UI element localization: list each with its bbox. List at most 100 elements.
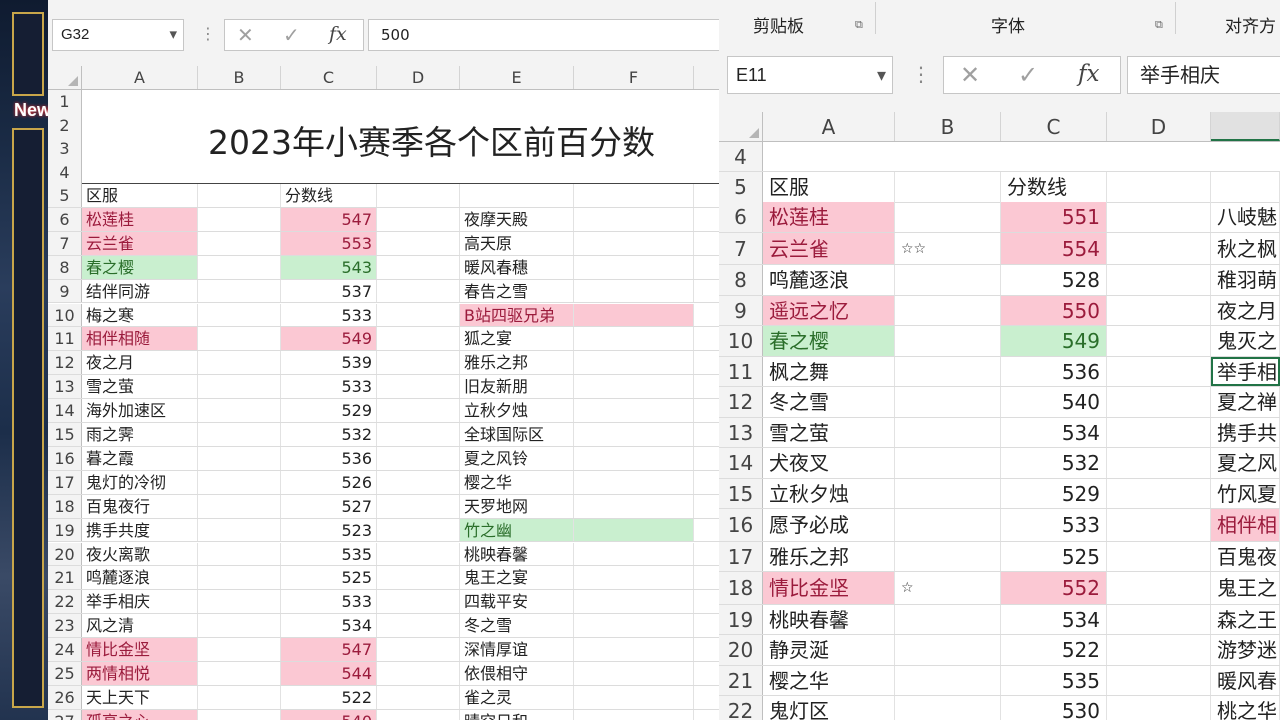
col-header-a[interactable]: A [763, 112, 895, 141]
row-header[interactable]: 9 [719, 295, 763, 325]
cell-region-name[interactable]: 松莲桂 [82, 207, 198, 231]
cell-region-name-e[interactable]: 举手相 [1211, 356, 1280, 386]
cell-score[interactable]: 540 [281, 709, 377, 720]
cell-region-name[interactable]: 相伴相随 [82, 327, 198, 351]
cell-d[interactable] [377, 351, 460, 375]
cell-region-name-e[interactable]: 冬之雪 [460, 614, 574, 638]
cell-region-name[interactable]: 鬼灯的冷彻 [82, 470, 198, 494]
cell-region-name-e[interactable]: 竹风夏 [1211, 478, 1280, 508]
cell-region-name-e[interactable]: 春告之雪 [460, 279, 574, 303]
table-row[interactable]: 23 风之清 534 冬之雪 [48, 614, 719, 639]
row-header[interactable]: 4 [719, 142, 763, 171]
cell-region-name-e[interactable]: 深情厚谊 [460, 638, 574, 661]
cell-b[interactable] [198, 375, 281, 399]
cell-d[interactable] [377, 399, 460, 422]
cell-f[interactable] [574, 566, 694, 590]
row-header[interactable]: 14 [719, 448, 763, 478]
cell-region-name[interactable]: 情比金坚 [763, 572, 895, 604]
select-all-corner[interactable] [48, 66, 82, 90]
table-row[interactable]: 6 松莲桂 551 八岐魅 [719, 202, 1280, 233]
cell-f[interactable] [574, 542, 694, 566]
cell-region-name[interactable]: 云兰雀 [82, 231, 198, 255]
cell-d5[interactable] [1107, 172, 1211, 202]
cell-star-mark[interactable] [895, 265, 1001, 295]
row-header[interactable]: 3 [48, 137, 82, 161]
cell-d[interactable] [377, 638, 460, 661]
cell-region-name-e[interactable]: 夜之月 [1211, 295, 1280, 325]
cell-d[interactable] [377, 566, 460, 590]
row-header[interactable]: 11 [719, 356, 763, 386]
cell-f[interactable] [574, 662, 694, 685]
cell-region-name[interactable]: 鸣麓逐浪 [763, 265, 895, 295]
col-header-e[interactable]: E [460, 66, 574, 89]
cell-region-name-e[interactable]: 全球国际区 [460, 423, 574, 446]
cell-f[interactable] [574, 709, 694, 720]
cell-d[interactable] [1107, 356, 1211, 386]
row-header[interactable]: 20 [48, 542, 82, 566]
cell-f[interactable] [574, 327, 694, 351]
select-all-corner[interactable] [719, 112, 763, 142]
cell-f[interactable] [574, 279, 694, 303]
col-header-d[interactable]: D [377, 66, 460, 89]
cell-b[interactable] [198, 662, 281, 685]
cell-score[interactable]: 543 [281, 255, 377, 279]
cell-region-name-e[interactable]: 依偎相守 [460, 662, 574, 685]
cell-region-name-e[interactable]: 夏之风 [1211, 448, 1280, 478]
table-row[interactable]: 10 梅之寒 533 B站四驱兄弟 [48, 303, 719, 328]
dialog-launcher-icon[interactable]: ⧉ [855, 18, 863, 32]
col-header-c[interactable]: C [281, 66, 377, 89]
cell-score[interactable]: 522 [1001, 635, 1107, 665]
cell-d[interactable] [377, 446, 460, 470]
col-header-a[interactable]: A [82, 66, 198, 89]
row-header[interactable]: 24 [48, 638, 82, 661]
cell-score[interactable]: 525 [281, 566, 377, 590]
row-header[interactable]: 21 [719, 665, 763, 695]
table-row[interactable]: 15 雨之霁 532 全球国际区 [48, 423, 719, 447]
cell-star-mark[interactable] [895, 635, 1001, 665]
cell-d[interactable] [1107, 326, 1211, 356]
cell-d[interactable] [1107, 265, 1211, 295]
cell-score[interactable]: 533 [281, 590, 377, 614]
table-row[interactable]: 15 立秋夕烛 529 竹风夏 [719, 478, 1280, 509]
table-row[interactable]: 17 雅乐之邦 525 百鬼夜 [719, 541, 1280, 572]
col-header-b[interactable]: B [198, 66, 281, 89]
cell-star-mark[interactable]: ☆ [895, 572, 1001, 604]
table-row[interactable]: 8 春之樱 543 暖风春穗 [48, 255, 719, 280]
cell-c5[interactable]: 分数线 [281, 184, 377, 207]
cell-region-name-e[interactable]: 雅乐之邦 [460, 351, 574, 375]
cell-score[interactable]: 532 [1001, 448, 1107, 478]
row-header[interactable]: 10 [719, 326, 763, 356]
row-header[interactable]: 22 [719, 696, 763, 720]
chevron-down-icon[interactable]: ▾ [169, 20, 177, 50]
table-row[interactable]: 6 松莲桂 547 夜摩天殿 [48, 207, 719, 232]
cell-region-name-e[interactable]: 立秋夕烛 [460, 399, 574, 422]
table-row[interactable]: 22 举手相庆 533 四载平安 [48, 590, 719, 615]
cell-score[interactable]: 529 [1001, 478, 1107, 508]
row-header[interactable]: 4 [48, 160, 82, 184]
cell-d[interactable] [377, 494, 460, 518]
cell-f[interactable] [574, 446, 694, 470]
chevron-down-icon[interactable]: ▾ [877, 57, 886, 93]
row-header[interactable]: 8 [719, 265, 763, 295]
cell-b[interactable] [198, 279, 281, 303]
cell-star-mark[interactable] [895, 604, 1001, 634]
cell-region-name[interactable]: 静灵涎 [763, 635, 895, 665]
cell-star-mark[interactable] [895, 478, 1001, 508]
cell-region-name-e[interactable]: 桃之华 [1211, 696, 1280, 720]
cell-d[interactable] [377, 279, 460, 303]
formula-input[interactable]: 500 [368, 19, 719, 51]
row-header[interactable]: 5 [719, 172, 763, 202]
table-row[interactable]: 5 区服 分数线 [719, 172, 1280, 203]
row-header[interactable]: 26 [48, 685, 82, 709]
cell-region-name[interactable]: 鸣麓逐浪 [82, 566, 198, 590]
cell-score[interactable]: 532 [281, 423, 377, 446]
cell-d[interactable] [1107, 696, 1211, 720]
cell-f[interactable] [574, 470, 694, 494]
cell-f[interactable] [574, 303, 694, 327]
table-row[interactable]: 19 携手共度 523 竹之幽 [48, 518, 719, 543]
cell-score[interactable]: 537 [281, 279, 377, 303]
cell-region-name[interactable]: 遥远之忆 [763, 295, 895, 325]
cell-a5[interactable]: 区服 [82, 184, 198, 207]
enter-check-icon[interactable]: ✓ [1018, 61, 1038, 89]
table-row[interactable]: 7 云兰雀 553 高天原 [48, 231, 719, 256]
